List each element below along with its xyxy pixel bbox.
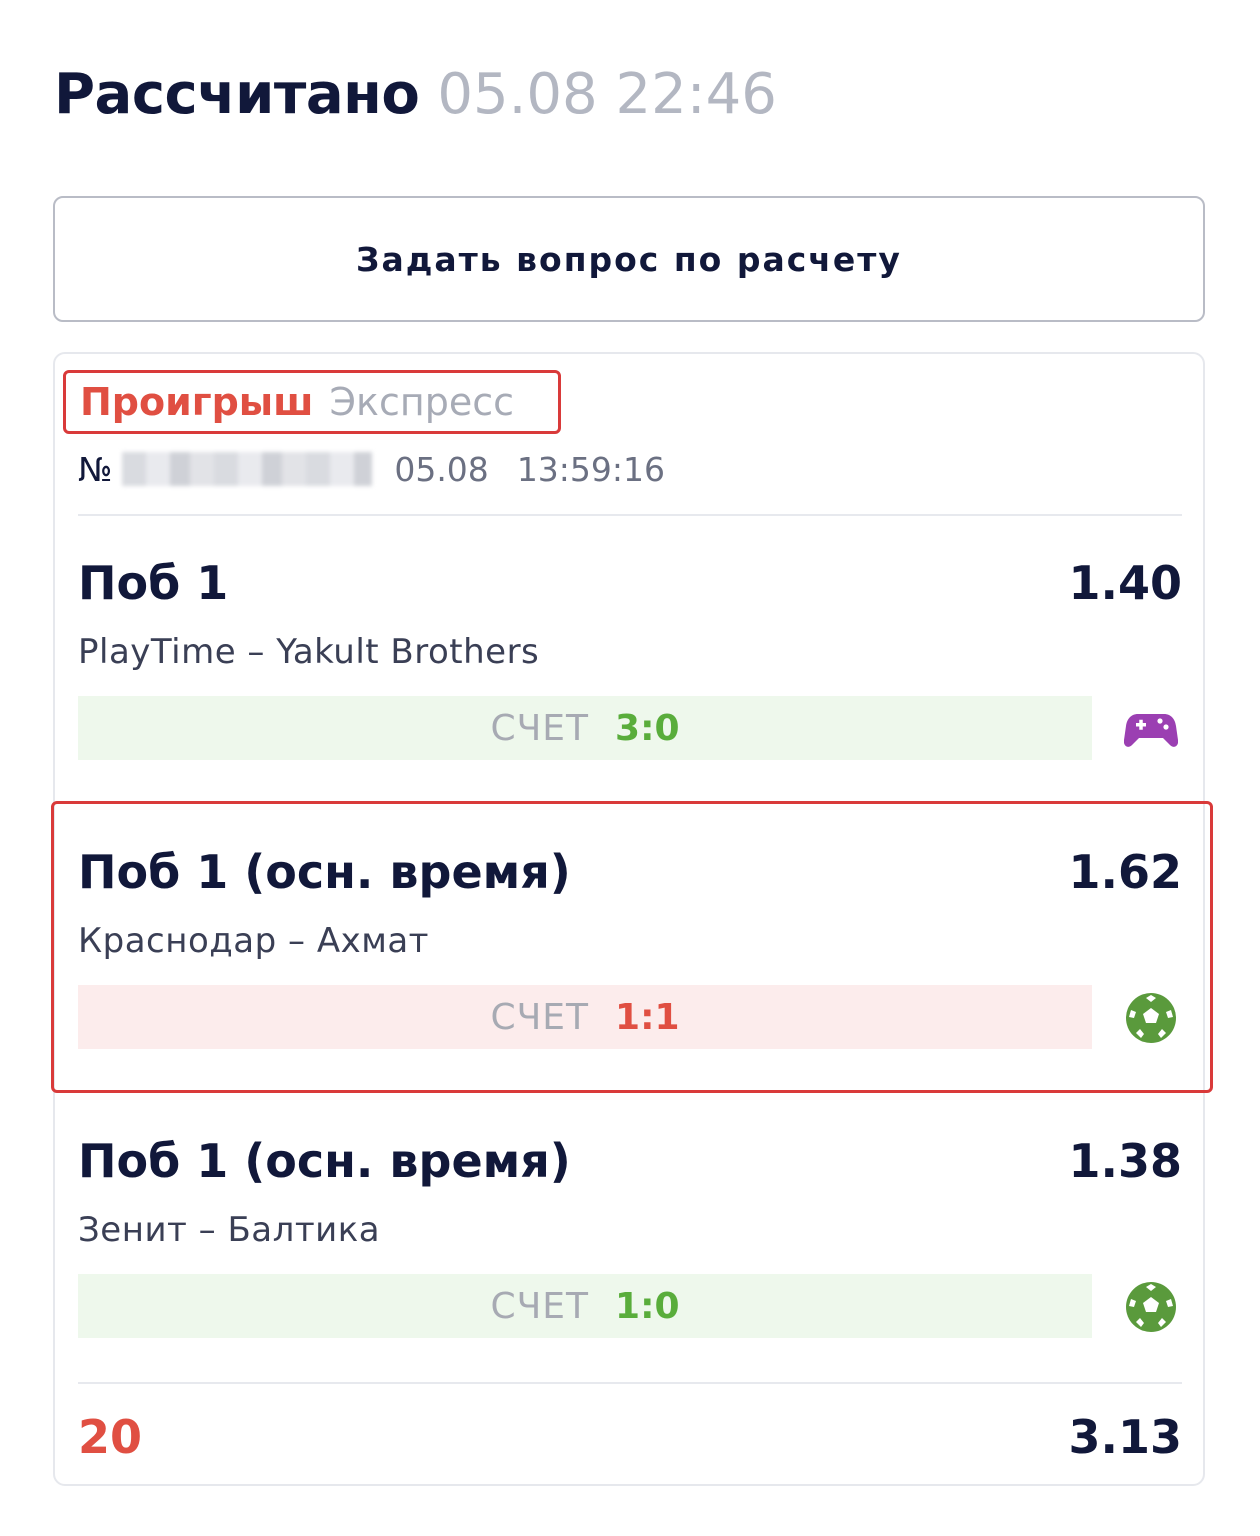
event-row[interactable]: Поб 1 1.40 PlayTime – Yakult Brothers СЧ… bbox=[78, 556, 1182, 816]
page-header: Рассчитано 05.08 22:46 bbox=[54, 62, 777, 127]
event-odds: 1.38 bbox=[1068, 1134, 1183, 1188]
bet-meta: № 05.08 13:59:16 bbox=[78, 446, 665, 492]
gamepad-icon bbox=[1124, 714, 1178, 747]
event-row[interactable]: Поб 1 (осн. время) 1.62 Краснодар – Ахма… bbox=[78, 845, 1182, 1105]
result-label: Проигрыш bbox=[80, 380, 314, 424]
divider bbox=[78, 1382, 1182, 1384]
event-market: Поб 1 (осн. время) bbox=[78, 1134, 571, 1188]
status-title: Рассчитано bbox=[54, 62, 420, 127]
status-time: 05.08 22:46 bbox=[437, 62, 777, 127]
event-odds: 1.62 bbox=[1068, 845, 1183, 899]
event-market: Поб 1 (осн. время) bbox=[78, 845, 571, 899]
ask-about-settlement-button[interactable]: Задать вопрос по расчету bbox=[53, 196, 1205, 322]
score-label: СЧЕТ bbox=[490, 707, 590, 749]
soccer-ball-icon bbox=[1126, 1282, 1176, 1332]
event-market: Поб 1 bbox=[78, 556, 229, 610]
event-row[interactable]: Поб 1 (осн. время) 1.38 Зенит – Балтика … bbox=[78, 1134, 1182, 1394]
bet-type: Экспресс bbox=[329, 380, 515, 424]
blurred-bet-number bbox=[122, 452, 373, 486]
score-bar: СЧЕТ 1:1 bbox=[78, 985, 1092, 1049]
soccer-ball-icon bbox=[1126, 993, 1176, 1043]
divider bbox=[78, 514, 1182, 516]
score-label: СЧЕТ bbox=[490, 996, 590, 1038]
number-sign: № bbox=[78, 449, 113, 489]
event-teams: PlayTime – Yakult Brothers bbox=[78, 632, 540, 672]
result-highlight: Проигрыш Экспресс bbox=[63, 370, 561, 434]
score-value: 1:0 bbox=[615, 1285, 680, 1327]
score-label: СЧЕТ bbox=[490, 1285, 590, 1327]
event-odds: 1.40 bbox=[1068, 556, 1183, 610]
bet-date: 05.08 bbox=[394, 449, 489, 489]
total-odds: 3.13 bbox=[1068, 1410, 1183, 1464]
score-value: 1:1 bbox=[615, 996, 680, 1038]
score-bar: СЧЕТ 3:0 bbox=[78, 696, 1092, 760]
bet-time: 13:59:16 bbox=[516, 449, 666, 489]
event-teams: Краснодар – Ахмат bbox=[78, 921, 429, 961]
stake-amount: 20 bbox=[78, 1410, 143, 1464]
score-value: 3:0 bbox=[615, 707, 680, 749]
score-bar: СЧЕТ 1:0 bbox=[78, 1274, 1092, 1338]
event-teams: Зенит – Балтика bbox=[78, 1210, 381, 1250]
